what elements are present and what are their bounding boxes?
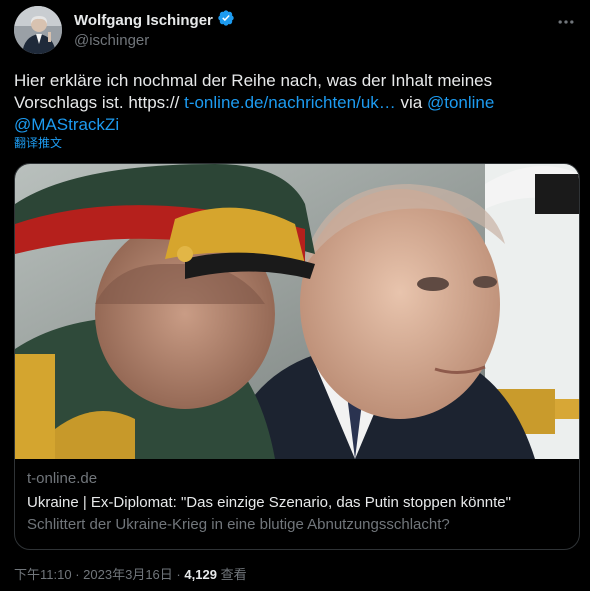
avatar-photo [14,6,62,54]
mention-tonline[interactable]: @tonline [427,93,494,112]
views-label: 查看 [220,567,247,582]
more-button[interactable] [554,10,578,34]
avatar[interactable] [14,6,62,54]
author-handle[interactable]: @ischinger [74,32,235,49]
tweet: Wolfgang Ischinger @ischinger Hier erklä… [0,0,590,591]
footer-separator: · [75,567,80,582]
more-horizontal-icon [558,20,574,24]
card-title: Ukraine | Ex-Diplomat: "Das einzige Szen… [27,494,511,511]
card-image [15,164,579,459]
footer-separator-2: · [176,567,181,582]
tweet-time[interactable]: 下午11:10 [14,567,72,582]
verified-badge-icon [217,9,235,32]
mention-mastrackzi[interactable]: @MAStrackZi [14,115,119,134]
views-count: 4,129 [184,567,217,582]
tweet-date[interactable]: 2023年3月16日 [83,567,173,582]
via-text: via [400,93,423,112]
card-domain: t-online.de [27,470,98,487]
tweet-link[interactable]: t-online.de/nachrichten/uk… [184,93,396,112]
author-info: Wolfgang Ischinger @ischinger [74,9,235,49]
card-description: Schlittert der Ukraine-Krieg in eine blu… [27,516,450,533]
author-display-name[interactable]: Wolfgang Ischinger [74,12,213,29]
translate-tweet-link[interactable]: 翻译推文 [14,134,62,151]
tweet-text: Hier erkläre ich nochmal der Reihe nach,… [14,70,574,136]
link-card[interactable]: t-online.de Ukraine | Ex-Diplomat: "Das … [14,163,580,550]
tweet-footer: 下午11:10 · 2023年3月16日 · 4,129 查看 [14,566,247,584]
card-meta: t-online.de Ukraine | Ex-Diplomat: "Das … [27,469,567,535]
